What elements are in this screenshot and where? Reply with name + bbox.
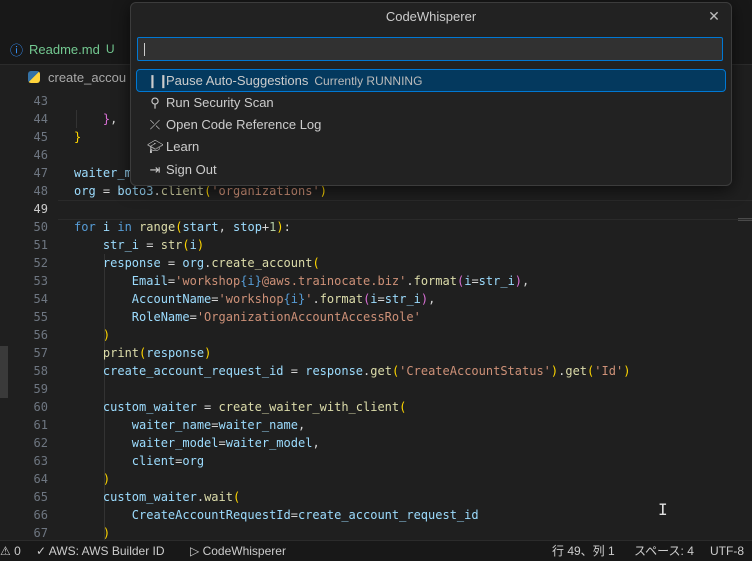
breadcrumb-file[interactable]: create_accou [48,70,126,85]
line-number: 43 [33,94,48,108]
aws-connection-status[interactable]: ✓ AWS: AWS Builder ID [36,541,165,561]
menu-item-pause-auto-suggestions[interactable]: ❙❙ Pause Auto-Suggestions Currently RUNNI… [136,69,726,92]
line-number: 45 [33,130,48,144]
close-icon[interactable]: ✕ [705,7,723,25]
line-number: 61 [33,418,48,432]
pause-icon: ❙❙ [147,73,169,88]
reference-log-icon: ⤫ [149,117,161,132]
code-line: 57 print(response) [0,344,752,362]
code-line: 60 custom_waiter = create_waiter_with_cl… [0,398,752,416]
menu-item-learn[interactable]: 🎓︎ Learn [137,136,725,157]
tab-readme-label: Readme.md [29,41,100,57]
mouse-text-cursor-icon: I [658,500,668,519]
line-number: 44 [33,112,48,126]
sign-out-icon: ⇥ [149,162,161,177]
menu-item-label: Pause Auto-Suggestions [166,73,309,88]
menu-item-label: Run Security Scan [166,95,274,110]
line-number: 51 [33,238,48,252]
code-line: 50 for i in range(start, stop+1): [0,218,752,236]
encoding-setting[interactable]: UTF-8 [710,541,744,561]
line-number: 48 [33,184,48,198]
code-line: 52 response = org.create_account( [0,254,752,272]
problems-count: 0 [14,544,21,558]
line-number: 57 [33,346,48,360]
line-number: 60 [33,400,48,414]
line-number: 46 [33,148,48,162]
palette-search-input[interactable] [137,37,723,61]
warning-icon: ⚠ [0,544,11,558]
security-scan-icon: ⚲ [150,95,160,110]
codewhisperer-label: CodeWhisperer [202,544,286,558]
code-line: 51 str_i = str(i) [0,236,752,254]
menu-item-open-code-reference-log[interactable]: ⤫ Open Code Reference Log [137,114,725,135]
line-number: 65 [33,490,48,504]
menu-item-sign-out[interactable]: ⇥ Sign Out [137,159,725,180]
line-number: 64 [33,472,48,486]
code-line: 59 [0,380,752,398]
cursor-position[interactable]: 行 49、列 1 [552,541,615,561]
tab-readme-status: U [105,42,115,56]
code-line: 55 RoleName='OrganizationAccountAccessRo… [0,308,752,326]
line-number: 63 [33,454,48,468]
line-number: 55 [33,310,48,324]
python-file-icon [28,71,40,83]
aws-label: AWS: AWS Builder ID [48,544,165,558]
code-line: 66 CreateAccountRequestId=create_account… [0,506,752,524]
code-line: 54 AccountName='workshop{i}'.format(i=st… [0,290,752,308]
current-line-highlight [58,200,752,220]
menu-item-run-security-scan[interactable]: ⚲ Run Security Scan [137,92,725,113]
line-number: 66 [33,508,48,522]
line-number: 58 [33,364,48,378]
line-number: 62 [33,436,48,450]
code-line: 56 ) [0,326,752,344]
line-number: 53 [33,274,48,288]
menu-item-description: Currently RUNNING [314,74,423,88]
code-line: 49 [0,200,752,220]
line-number: 52 [33,256,48,270]
status-bar: ⚠ 0 ✓ AWS: AWS Builder ID ▷ CodeWhispere… [0,540,752,561]
palette-title: CodeWhisperer [385,9,477,24]
code-line: 62 waiter_model=waiter_model, [0,434,752,452]
learn-icon: 🎓︎ [147,139,164,154]
codewhisperer-status[interactable]: ▷ CodeWhisperer [190,541,286,561]
line-number: 54 [33,292,48,306]
quick-pick-palette: CodeWhisperer ✕ ❙❙ Pause Auto-Suggestion… [130,2,732,186]
code-line: 53 Email='workshop{i}@aws.trainocate.biz… [0,272,752,290]
line-number: 47 [33,166,48,180]
input-caret [144,43,145,56]
problems-indicator[interactable]: ⚠ 0 [0,541,21,561]
menu-item-label: Learn [166,139,200,154]
check-icon: ✓ [36,544,47,558]
line-number: 50 [33,220,48,234]
code-line: 63 client=org [0,452,752,470]
code-line: 64 ) [0,470,752,488]
line-number: 59 [33,382,48,396]
code-line: 65 custom_waiter.wait( [0,488,752,506]
code-line: 58 create_account_request_id = response.… [0,362,752,380]
line-number: 56 [33,328,48,342]
menu-item-label: Open Code Reference Log [166,117,322,132]
line-number: 49 [33,202,48,216]
play-icon: ▷ [190,544,200,558]
markdown-info-icon: ⓘ [10,42,24,58]
tab-readme[interactable]: ⓘ Readme.md U [10,36,115,62]
indentation-setting[interactable]: スペース: 4 [634,541,694,561]
code-line: 61 waiter_name=waiter_name, [0,416,752,434]
menu-item-label: Sign Out [166,162,217,177]
